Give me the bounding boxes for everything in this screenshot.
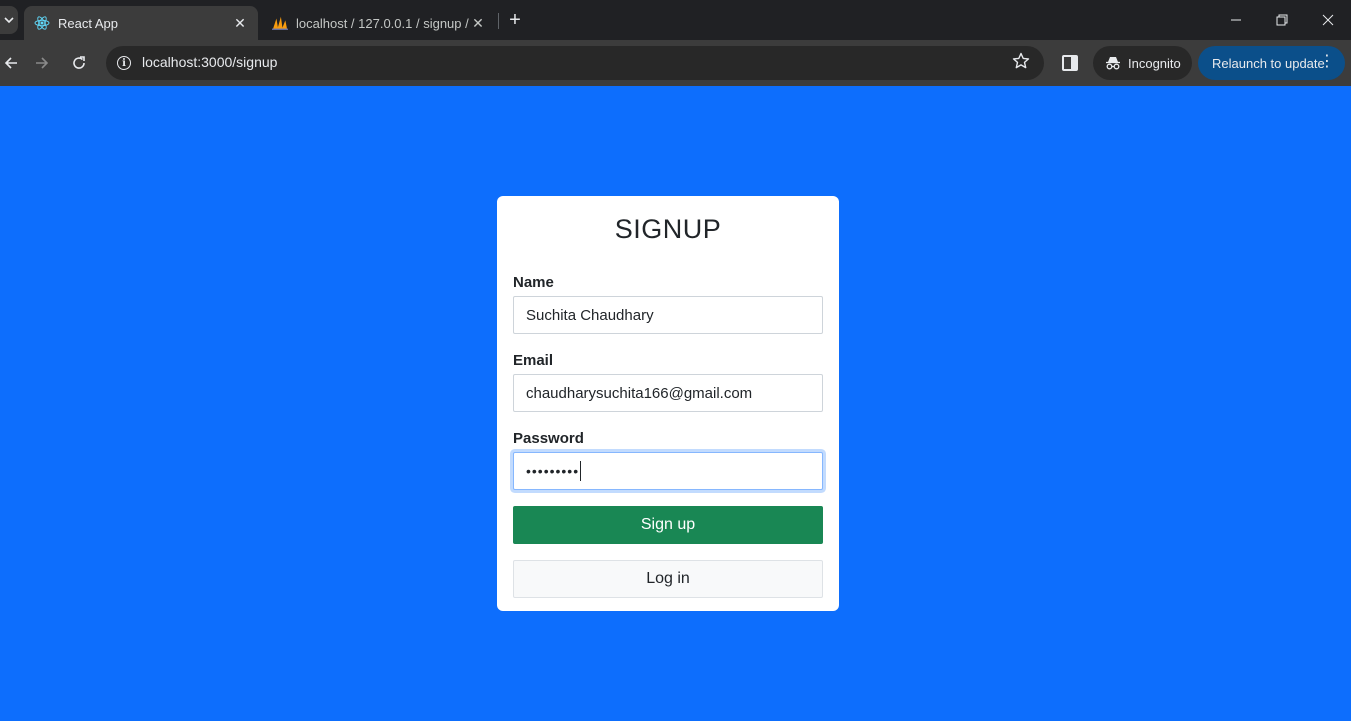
tab-phpmyadmin[interactable]: localhost / 127.0.0.1 / signup / l ✕: [262, 6, 496, 40]
email-field-group: Email chaudharysuchita166@gmail.com: [513, 352, 823, 412]
close-icon[interactable]: [1313, 8, 1343, 32]
relaunch-button[interactable]: Relaunch to update ⋮: [1198, 46, 1345, 80]
tab-separator: [498, 13, 499, 29]
tab-search-icon[interactable]: [0, 6, 18, 34]
react-logo-icon: [34, 15, 50, 31]
plus-icon[interactable]: +: [505, 10, 525, 30]
signup-button[interactable]: Sign up: [513, 506, 823, 544]
email-label: Email: [513, 352, 554, 369]
site-info-icon[interactable]: i: [114, 53, 134, 73]
password-label: Password: [513, 430, 584, 447]
incognito-icon: [1105, 56, 1121, 70]
url-text: localhost:3000/signup: [142, 54, 278, 70]
close-icon[interactable]: ✕: [232, 15, 248, 31]
password-field-group: Password •••••••••: [513, 430, 823, 490]
password-input[interactable]: •••••••••: [513, 452, 823, 490]
name-field-group: Name Suchita Chaudhary: [513, 274, 823, 334]
minimize-icon[interactable]: [1221, 8, 1251, 32]
incognito-label: Incognito: [1128, 55, 1181, 71]
password-value: •••••••••: [526, 463, 580, 479]
close-icon[interactable]: ✕: [470, 15, 486, 31]
phpmyadmin-logo-icon: [272, 15, 288, 31]
tab-title: localhost / 127.0.0.1 / signup / l: [296, 15, 470, 31]
name-input[interactable]: Suchita Chaudhary: [513, 296, 823, 334]
tab-title: React App: [58, 15, 118, 31]
name-value: Suchita Chaudhary: [526, 306, 654, 324]
tab-strip: React App ✕ localhost / 127.0.0.1 / sign…: [0, 0, 1351, 40]
text-caret: [580, 461, 582, 481]
name-label: Name: [513, 274, 554, 291]
star-icon[interactable]: [1012, 52, 1030, 75]
tab-react-app[interactable]: React App ✕: [24, 6, 258, 40]
restore-icon[interactable]: [1267, 8, 1297, 32]
more-vert-icon[interactable]: ⋮: [1319, 54, 1335, 70]
incognito-button[interactable]: Incognito: [1093, 46, 1192, 80]
email-value: chaudharysuchita166@gmail.com: [526, 384, 753, 402]
address-bar[interactable]: i localhost:3000/signup: [106, 46, 1044, 80]
forward-icon[interactable]: [31, 52, 53, 74]
relaunch-label: Relaunch to update: [1212, 55, 1325, 71]
back-icon[interactable]: [0, 52, 22, 74]
email-input[interactable]: chaudharysuchita166@gmail.com: [513, 374, 823, 412]
login-button[interactable]: Log in: [513, 560, 823, 598]
form-title: SIGNUP: [614, 214, 722, 244]
side-panel-icon[interactable]: [1062, 55, 1078, 71]
reload-icon[interactable]: [68, 52, 90, 74]
signup-card: SIGNUP Name Suchita Chaudhary Email chau…: [497, 196, 839, 611]
browser-toolbar: i localhost:3000/signup Incognito Relaun…: [0, 40, 1351, 86]
